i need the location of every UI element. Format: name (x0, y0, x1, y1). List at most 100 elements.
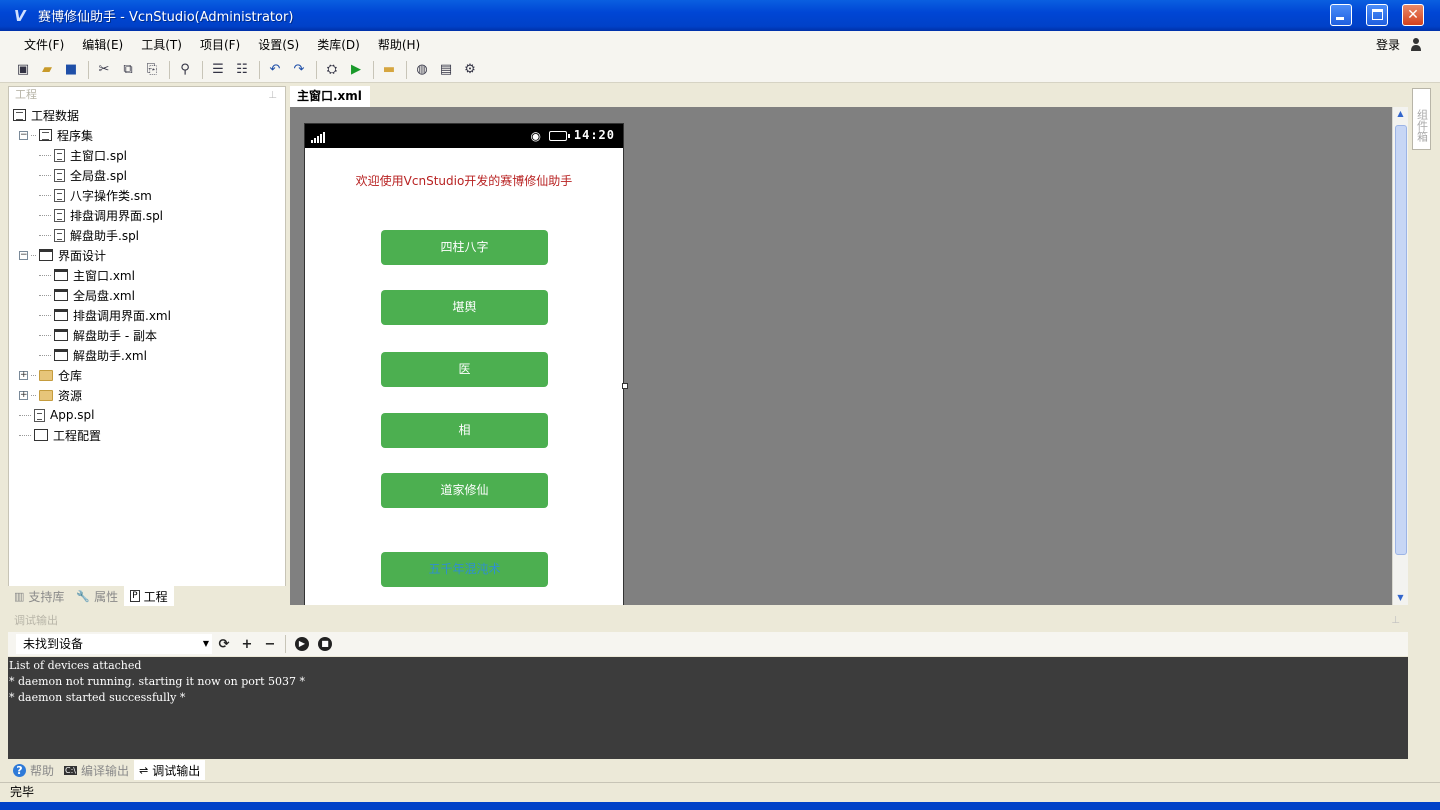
scroll-down-icon[interactable]: ▼ (1393, 591, 1408, 605)
pin-icon[interactable]: ⊥ (1391, 611, 1400, 631)
user-icon[interactable] (1410, 37, 1422, 51)
scroll-up-icon[interactable]: ▲ (1393, 107, 1408, 121)
tree-item[interactable]: 全局盘.xml (13, 285, 285, 305)
scroll-thumb[interactable] (1395, 125, 1407, 555)
folder-icon[interactable]: ▬ (378, 59, 400, 81)
save-icon[interactable]: ■ (60, 59, 82, 81)
tree-item-label: 全局盘.spl (70, 168, 128, 183)
toolbox-tab[interactable]: 组件箱 (1412, 88, 1431, 150)
redo-icon[interactable]: ↷ (288, 59, 310, 81)
tab-support-library[interactable]: ▥ 支持库 (8, 586, 70, 606)
wrench-icon: 🔧 (76, 589, 91, 603)
tree-item-label: 仓库 (58, 368, 83, 383)
cut-icon[interactable]: ✂ (93, 59, 115, 81)
outdent-icon[interactable]: ☷ (231, 59, 253, 81)
components-icon[interactable]: ⚙ (459, 59, 481, 81)
tree-item[interactable]: − 界面设计 (13, 245, 285, 265)
window-icon (54, 329, 68, 341)
find-icon[interactable]: ⚲ (174, 59, 196, 81)
bazi-button[interactable]: 四柱八字 (381, 230, 548, 265)
tab-project[interactable]: P 工程 (124, 586, 174, 606)
menu-tools[interactable]: 工具(T) (133, 36, 190, 53)
menu-help[interactable]: 帮助(H) (370, 36, 428, 53)
paste-icon[interactable]: ⎘ (141, 59, 163, 81)
document-icon (54, 188, 65, 202)
tree-item[interactable]: + 仓库 (13, 365, 285, 385)
tree-item[interactable]: 排盘调用界面.xml (13, 305, 285, 325)
tree-connector (19, 434, 31, 436)
tree-item[interactable]: 工程数据 (13, 105, 285, 125)
add-icon[interactable]: + (236, 633, 258, 655)
copy-icon[interactable]: ⧉ (117, 59, 139, 81)
new-project-icon[interactable]: ▣ (12, 59, 34, 81)
expand-icon[interactable]: + (19, 370, 28, 380)
toolbar-separator (316, 60, 317, 79)
tree-connector (39, 214, 51, 216)
run-icon[interactable]: ▶ (345, 59, 367, 81)
expand-icon[interactable]: + (19, 390, 28, 400)
tree-item[interactable]: 解盘助手.spl (13, 225, 285, 245)
tree-item[interactable]: App.spl (13, 405, 285, 425)
debug-console[interactable]: List of devices attached * daemon not ru… (8, 657, 1408, 759)
login-link[interactable]: 登录 (1376, 36, 1400, 53)
start-debug-button[interactable]: ▶ (291, 633, 313, 655)
taoist-cultivation-button[interactable]: 道家修仙 (381, 473, 548, 508)
stop-debug-button[interactable]: ■ (314, 633, 336, 655)
tab-compile-output[interactable]: C:\ 编译输出 (59, 760, 134, 780)
tab-debug-output[interactable]: ⇌ 调试输出 (134, 760, 206, 780)
toolbar-separator (169, 60, 170, 79)
tree-item[interactable]: 主窗口.xml (13, 265, 285, 285)
status-text: 完毕 (10, 785, 35, 799)
remove-icon[interactable]: − (259, 633, 281, 655)
menu-file[interactable]: 文件(F) (16, 36, 72, 53)
tree-item[interactable]: 解盘助手 - 副本 (13, 325, 285, 345)
physiognomy-button[interactable]: 相 (381, 413, 548, 448)
tab-main-window-xml[interactable]: 主窗口.xml (290, 86, 370, 107)
menu-library[interactable]: 类库(D) (309, 36, 368, 53)
tab-properties[interactable]: 🔧 属性 (70, 586, 124, 606)
tree-item[interactable]: 主窗口.spl (13, 145, 285, 165)
device-select[interactable]: 未找到设备 ▼ (16, 634, 212, 654)
design-canvas[interactable]: ◉ 14:20 欢迎使用VcnStudio开发的赛博修仙助手 四柱八字 堪舆 医… (290, 107, 1392, 605)
canvas-scrollbar[interactable]: ▲ ▼ (1392, 107, 1408, 605)
title-bar: V 赛博修仙助手 - VcnStudio(Administrator) ✕ (0, 0, 1440, 31)
window-icon (54, 269, 68, 281)
close-button[interactable]: ✕ (1402, 4, 1424, 26)
document-icon[interactable]: ▤ (435, 59, 457, 81)
folder-icon (39, 369, 53, 381)
folder-icon (39, 389, 53, 401)
window-icon (54, 289, 68, 301)
refresh-icon[interactable]: ⟳ (213, 633, 235, 655)
tree-item[interactable]: 工程配置 (13, 425, 285, 445)
indent-icon[interactable]: ☰ (207, 59, 229, 81)
menu-project[interactable]: 项目(F) (192, 36, 248, 53)
chevron-down-icon: ▼ (202, 639, 209, 648)
tree-item[interactable]: − 程序集 (13, 125, 285, 145)
wifi-icon: ◉ (530, 129, 541, 143)
chaos-art-button[interactable]: 五千年混沌术 (381, 552, 548, 587)
globe-icon[interactable]: ◍ (411, 59, 433, 81)
tree-item[interactable]: 解盘助手.xml (13, 345, 285, 365)
tree-item[interactable]: + 资源 (13, 385, 285, 405)
collapse-icon[interactable]: − (19, 130, 28, 140)
tree-item[interactable]: 全局盘.spl (13, 165, 285, 185)
tree-connector (39, 354, 51, 356)
open-project-icon[interactable]: ▰ (36, 59, 58, 81)
minimize-button[interactable] (1330, 4, 1352, 26)
menu-bar: 文件(F) 编辑(E) 工具(T) 项目(F) 设置(S) 类库(D) 帮助(H… (0, 31, 1440, 57)
tree-item[interactable]: 八字操作类.sm (13, 185, 285, 205)
medicine-button[interactable]: 医 (381, 352, 548, 387)
collapse-icon[interactable]: − (19, 250, 28, 260)
menu-edit[interactable]: 编辑(E) (74, 36, 131, 53)
resize-handle[interactable] (622, 383, 628, 389)
maximize-button[interactable] (1366, 4, 1388, 26)
tab-help[interactable]: ? 帮助 (8, 760, 59, 780)
build-icon[interactable]: ⛭ (321, 59, 343, 81)
document-icon (54, 208, 65, 222)
undo-icon[interactable]: ↶ (264, 59, 286, 81)
window-icon (39, 249, 53, 261)
pin-icon[interactable]: ⊥ (268, 88, 277, 104)
tree-item[interactable]: 排盘调用界面.spl (13, 205, 285, 225)
menu-settings[interactable]: 设置(S) (250, 36, 307, 53)
kanyu-button[interactable]: 堪舆 (381, 290, 548, 325)
